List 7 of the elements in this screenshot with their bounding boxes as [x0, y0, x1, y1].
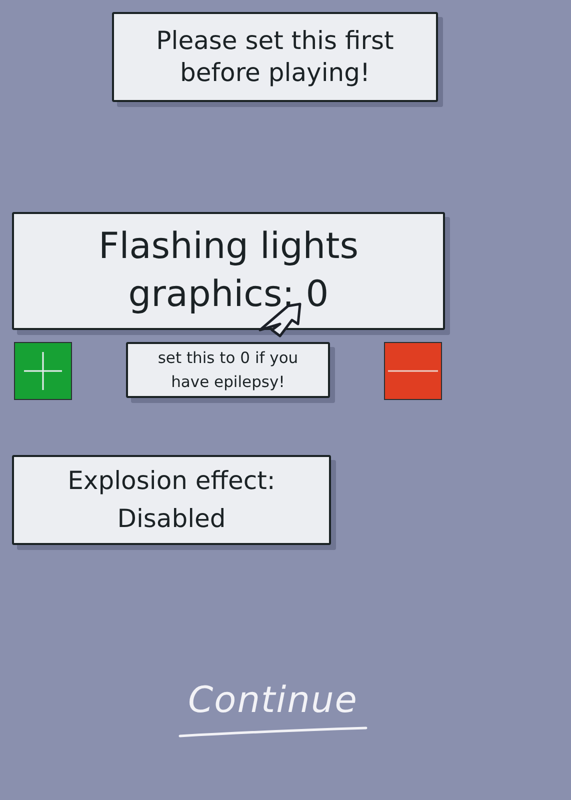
decrease-button[interactable]	[384, 342, 442, 400]
setting-label: Flashing lights graphics: 0	[98, 225, 360, 317]
increase-button[interactable]	[14, 342, 72, 400]
notice-text: Please set this first before playing!	[155, 25, 395, 89]
minus-icon	[388, 370, 438, 372]
hint-text: set this to 0 if you have epilepsy!	[156, 348, 300, 393]
plus-icon	[24, 352, 62, 390]
